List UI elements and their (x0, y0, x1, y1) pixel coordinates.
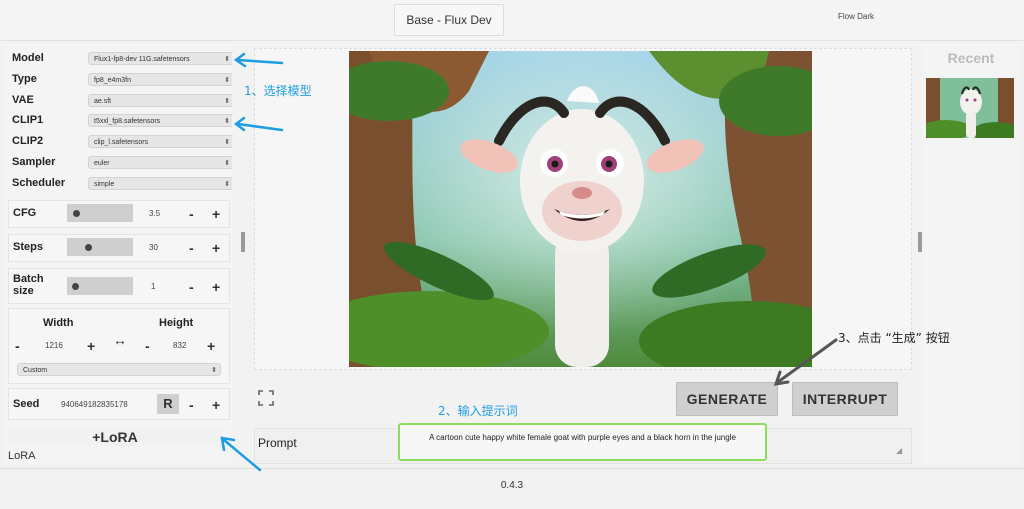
annotation-arrows (220, 52, 838, 472)
step1-annotation: 1、选择模型 (244, 84, 312, 98)
step2-annotation: 2、输入提示词 (438, 404, 518, 418)
step3-annotation: 3、点击 “生成” 按钮 (838, 331, 950, 345)
